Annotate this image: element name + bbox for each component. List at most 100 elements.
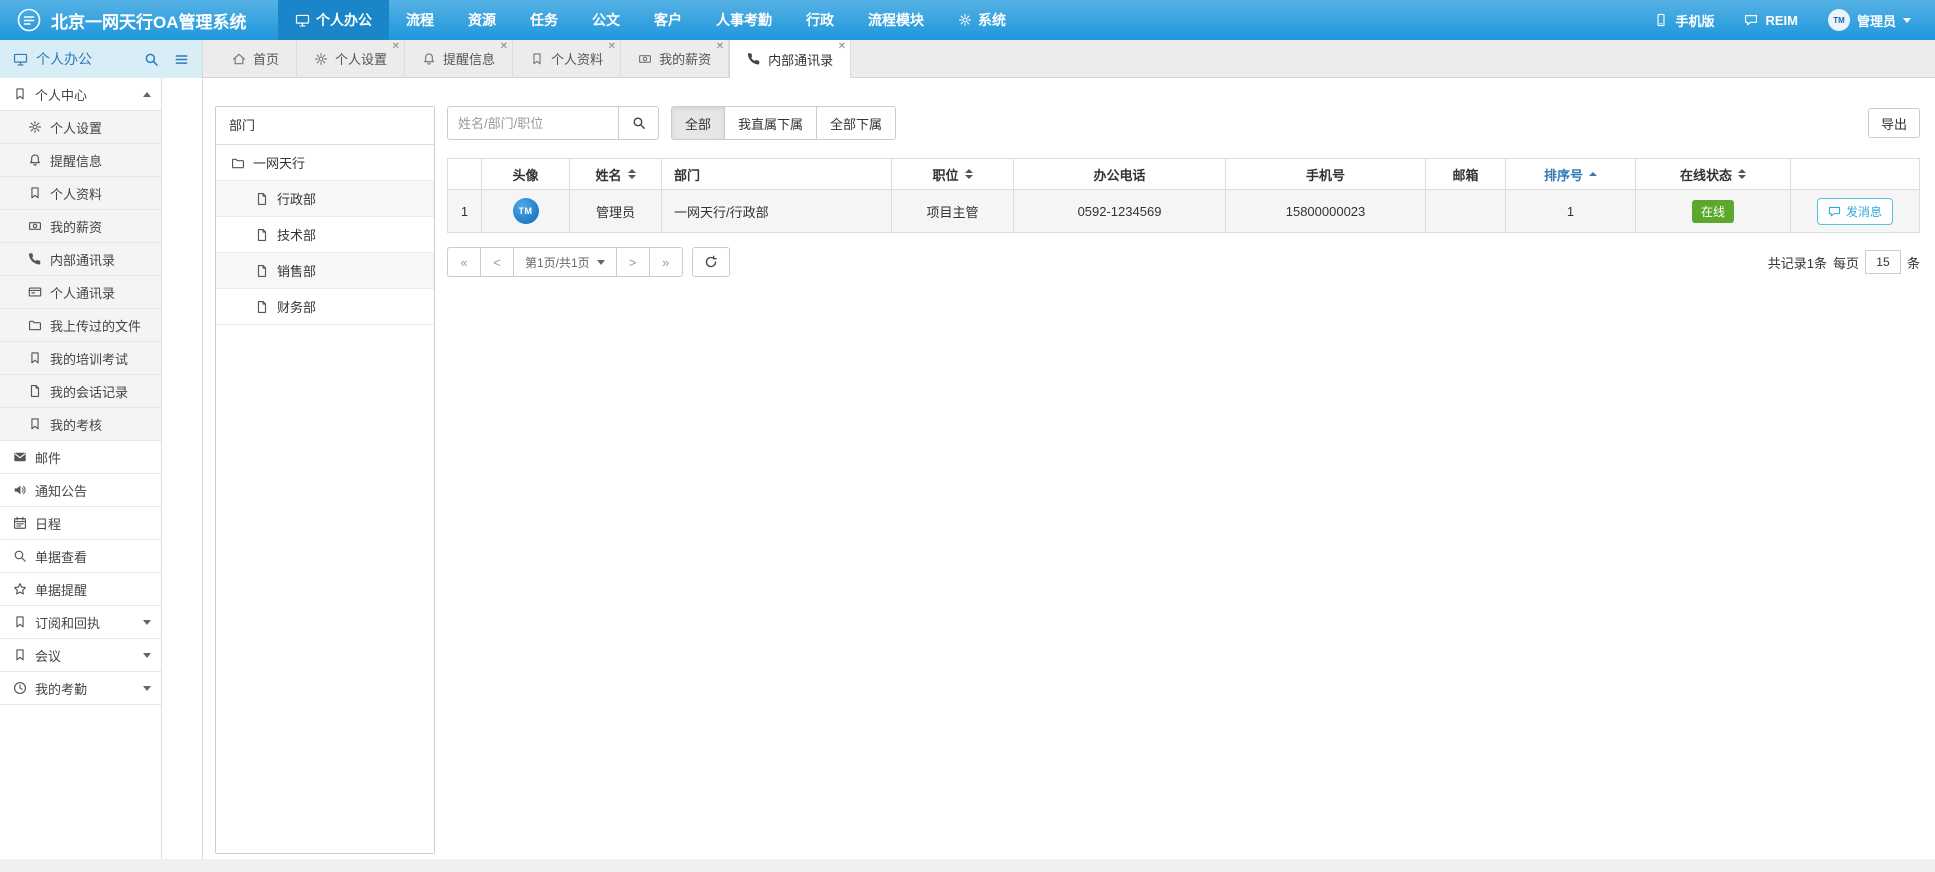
- bookmark-icon: [13, 648, 27, 662]
- filter-all-subordinates-button[interactable]: 全部下属: [816, 106, 896, 140]
- sort-icon: [965, 169, 973, 179]
- next-page-button[interactable]: >: [616, 247, 650, 277]
- filter-direct-subordinates-button[interactable]: 我直属下属: [724, 106, 817, 140]
- col-header-name[interactable]: 姓名: [570, 159, 662, 190]
- sidebar-item-personal-center[interactable]: 个人中心: [0, 78, 161, 111]
- tab-label: 首页: [253, 49, 279, 68]
- user-menu[interactable]: TM 管理员: [1828, 9, 1911, 31]
- speaker-icon: [13, 483, 27, 497]
- menu-item-hr-attendance[interactable]: 人事考勤: [699, 0, 789, 40]
- sidebar-item-label: 我的考核: [50, 415, 151, 434]
- menu-icon[interactable]: [174, 52, 189, 67]
- col-header-avatar: 头像: [482, 159, 570, 190]
- send-message-button[interactable]: 发消息: [1817, 198, 1893, 225]
- menu-item-administration[interactable]: 行政: [789, 0, 851, 40]
- tab-reminders[interactable]: 提醒信息 ✕: [405, 40, 513, 77]
- tree-node-company[interactable]: 一网天行: [216, 145, 434, 181]
- last-page-button[interactable]: »: [649, 247, 683, 277]
- refresh-icon: [704, 255, 718, 269]
- menu-item-tasks[interactable]: 任务: [513, 0, 575, 40]
- logo-icon: [16, 7, 42, 33]
- tree-node-admin-dept[interactable]: 行政部: [216, 181, 434, 217]
- filter-all-button[interactable]: 全部: [671, 106, 725, 140]
- sidebar-item-subscriptions-receipts[interactable]: 订阅和回执: [0, 606, 161, 639]
- tab-close-icon[interactable]: ✕: [716, 42, 724, 52]
- col-header-actions: [1791, 159, 1920, 190]
- chevron-up-icon: [143, 92, 151, 97]
- monitor-icon: [295, 13, 310, 28]
- sort-icon: [628, 169, 636, 179]
- search-icon[interactable]: [144, 52, 159, 67]
- menu-item-workflow-module[interactable]: 流程模块: [851, 0, 941, 40]
- chat-icon: [1744, 13, 1758, 27]
- sidebar-item-my-assessment[interactable]: 我的考核: [0, 408, 161, 441]
- search-input[interactable]: [447, 106, 619, 140]
- sidebar-item-my-uploaded-files[interactable]: 我上传过的文件: [0, 309, 161, 342]
- prev-page-button[interactable]: <: [480, 247, 514, 277]
- navbar-right: 手机版 REIM TM 管理员: [1654, 0, 1935, 40]
- sidebar-item-reminders[interactable]: 提醒信息: [0, 144, 161, 177]
- chat-icon: [1828, 205, 1841, 218]
- menu-item-workflow[interactable]: 流程: [389, 0, 451, 40]
- menu-item-resources[interactable]: 资源: [451, 0, 513, 40]
- bell-icon: [422, 52, 436, 66]
- tree-node-sales-dept[interactable]: 销售部: [216, 253, 434, 289]
- sidebar-item-document-reminder[interactable]: 单据提醒: [0, 573, 161, 606]
- cell-sort-no: 1: [1506, 190, 1636, 233]
- col-header-position[interactable]: 职位: [892, 159, 1014, 190]
- file-icon: [255, 192, 269, 206]
- reim-link[interactable]: REIM: [1744, 13, 1798, 28]
- tree-node-tech-dept[interactable]: 技术部: [216, 217, 434, 253]
- col-header-online-status[interactable]: 在线状态: [1636, 159, 1791, 190]
- page-size-input[interactable]: [1865, 250, 1901, 274]
- sidebar-item-document-view[interactable]: 单据查看: [0, 540, 161, 573]
- sidebar-item-my-attendance[interactable]: 我的考勤: [0, 672, 161, 705]
- tab-close-icon[interactable]: ✕: [608, 42, 616, 52]
- menu-item-system[interactable]: 系统: [941, 0, 1023, 40]
- sidebar-item-my-conversation-logs[interactable]: 我的会话记录: [0, 375, 161, 408]
- tab-my-salary[interactable]: 我的薪资 ✕: [621, 40, 729, 77]
- gear-icon: [314, 52, 328, 66]
- sidebar-item-meetings[interactable]: 会议: [0, 639, 161, 672]
- tree-node-label: 一网天行: [253, 153, 305, 172]
- sidebar-item-my-training-exams[interactable]: 我的培训考试: [0, 342, 161, 375]
- tab-personal-settings[interactable]: 个人设置 ✕: [297, 40, 405, 77]
- refresh-button[interactable]: [692, 247, 730, 277]
- tree-node-finance-dept[interactable]: 财务部: [216, 289, 434, 325]
- chevron-down-icon: [143, 620, 151, 625]
- chevron-down-icon: [143, 686, 151, 691]
- sidebar-item-label: 个人中心: [35, 85, 135, 104]
- sidebar-item-announcements[interactable]: 通知公告: [0, 474, 161, 507]
- sidebar-item-label: 我的考勤: [35, 679, 135, 698]
- sidebar: 个人办公 个人中心 个人设置 提醒信息 个人资料: [0, 40, 203, 872]
- sidebar-item-label: 我的培训考试: [50, 349, 151, 368]
- sidebar-item-internal-contacts[interactable]: 内部通讯录: [0, 243, 161, 276]
- menu-item-customers[interactable]: 客户: [637, 0, 699, 40]
- sidebar-item-label: 提醒信息: [50, 151, 151, 170]
- menu-item-documents[interactable]: 公文: [575, 0, 637, 40]
- mobile-version-link[interactable]: 手机版: [1654, 11, 1714, 30]
- first-page-button[interactable]: «: [447, 247, 481, 277]
- tab-home[interactable]: 首页: [215, 40, 297, 77]
- menu-item-personal-office[interactable]: 个人办公: [278, 0, 389, 40]
- export-button[interactable]: 导出: [1868, 108, 1920, 138]
- tab-close-icon[interactable]: ✕: [838, 42, 846, 52]
- sidebar-item-my-salary[interactable]: 我的薪资: [0, 210, 161, 243]
- tab-personal-profile[interactable]: 个人资料 ✕: [513, 40, 621, 77]
- sidebar-item-personal-settings[interactable]: 个人设置: [0, 111, 161, 144]
- send-message-label: 发消息: [1846, 203, 1882, 220]
- col-header-sort-no[interactable]: 排序号: [1506, 159, 1636, 190]
- sidebar-item-schedule[interactable]: 日程: [0, 507, 161, 540]
- page-select-dropdown[interactable]: 第1页/共1页: [513, 247, 617, 277]
- sidebar-item-personal-contacts[interactable]: 个人通讯录: [0, 276, 161, 309]
- folder-icon: [231, 156, 245, 170]
- tab-close-icon[interactable]: ✕: [500, 42, 508, 52]
- search-button[interactable]: [619, 106, 659, 140]
- contacts-pane: 全部 我直属下属 全部下属 导出: [447, 106, 1920, 277]
- per-page-suffix-label: 条: [1907, 253, 1920, 272]
- tab-close-icon[interactable]: ✕: [392, 42, 400, 52]
- sidebar-item-mail[interactable]: 邮件: [0, 441, 161, 474]
- tab-internal-contacts[interactable]: 内部通讯录 ✕: [729, 40, 851, 78]
- sidebar-item-personal-profile[interactable]: 个人资料: [0, 177, 161, 210]
- cell-office-phone: 0592-1234569: [1014, 190, 1226, 233]
